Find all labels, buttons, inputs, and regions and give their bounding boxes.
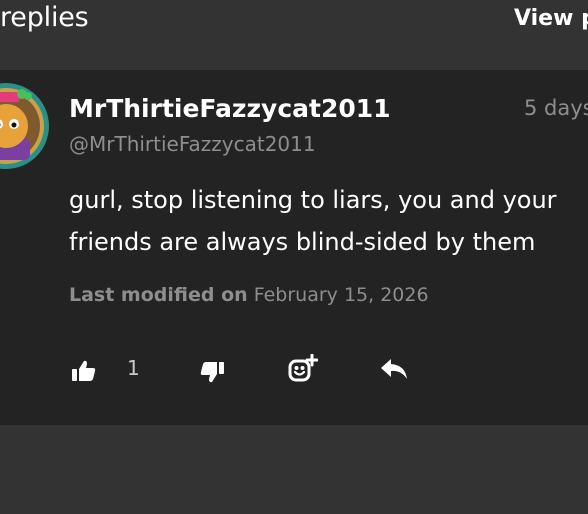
thumbs-down-icon[interactable] <box>200 362 224 384</box>
avatar[interactable] <box>0 82 50 170</box>
last-modified: Last modified on February 15, 2026 <box>69 284 429 306</box>
page-background-footer <box>0 425 588 514</box>
reply-icon[interactable] <box>380 358 408 380</box>
username[interactable]: MrThirtieFazzycat2011 <box>69 94 391 123</box>
like-count: 1 <box>127 356 140 380</box>
add-reaction-icon[interactable] <box>288 354 318 384</box>
comment-card: MrThirtieFazzycat2011 @MrThirtieFazzycat… <box>0 70 588 425</box>
last-modified-label: Last modified on <box>69 284 248 306</box>
user-handle: @MrThirtieFazzycat2011 <box>69 132 316 156</box>
last-modified-date: February 15, 2026 <box>253 284 429 306</box>
page-title: replies <box>0 2 89 33</box>
replies-header: replies View p <box>0 0 588 70</box>
comment-body-line-2: friends are always blind-sided by them <box>69 228 536 256</box>
timestamp: 5 days <box>524 96 588 120</box>
comment-body-line-1: gurl, stop listening to liars, you and y… <box>69 186 557 214</box>
view-post-link[interactable]: View p <box>514 6 588 31</box>
thumbs-up-icon[interactable] <box>72 360 96 382</box>
